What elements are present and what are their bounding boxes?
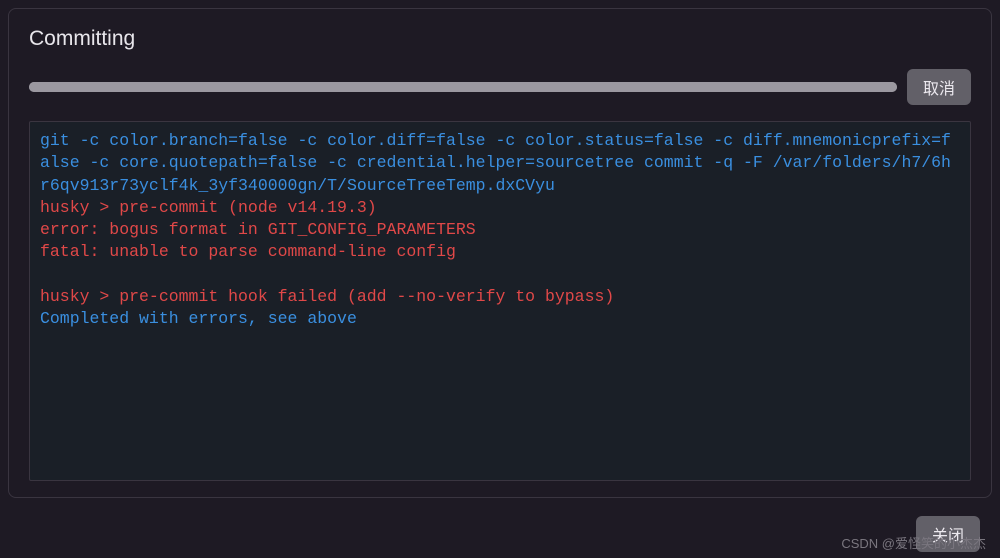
commit-dialog: Committing 取消 git -c color.branch=false … xyxy=(8,8,992,498)
dialog-title: Committing xyxy=(29,27,971,51)
console-line: error: bogus format in GIT_CONFIG_PARAME… xyxy=(40,219,960,241)
console-output[interactable]: git -c color.branch=false -c color.diff=… xyxy=(29,121,971,481)
console-line: husky > pre-commit hook failed (add --no… xyxy=(40,286,960,308)
console-line: Completed with errors, see above xyxy=(40,308,960,330)
console-line: git -c color.branch=false -c color.diff=… xyxy=(40,130,960,197)
progress-row: 取消 xyxy=(29,69,971,105)
watermark: CSDN @爱怪笑的小杰杰 xyxy=(841,533,986,552)
progress-bar xyxy=(29,82,897,92)
cancel-button[interactable]: 取消 xyxy=(907,69,971,105)
console-line xyxy=(40,264,960,286)
console-line: husky > pre-commit (node v14.19.3) xyxy=(40,197,960,219)
progress-fill xyxy=(29,82,897,92)
console-line: fatal: unable to parse command-line conf… xyxy=(40,241,960,263)
